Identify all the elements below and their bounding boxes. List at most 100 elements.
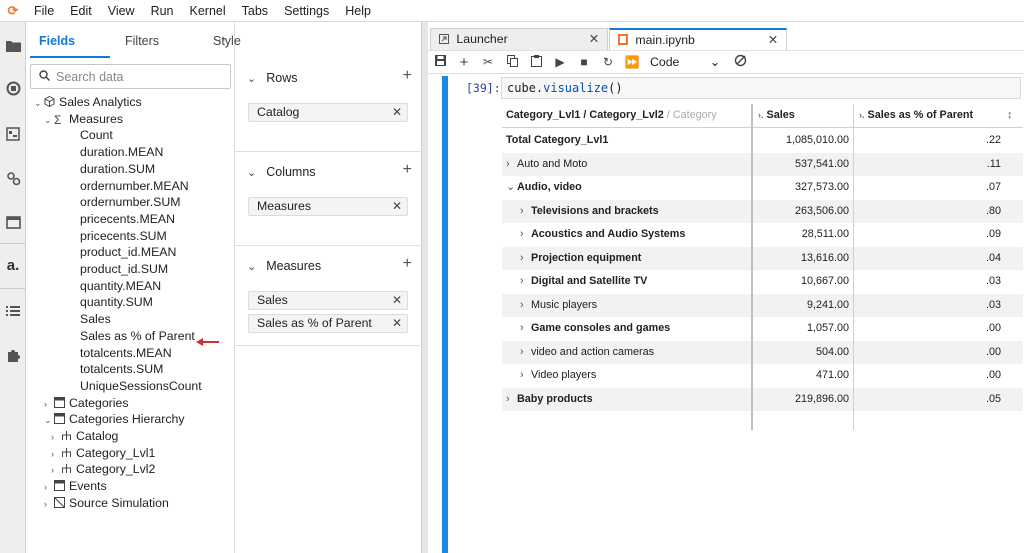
- pct-cell[interactable]: .05: [855, 388, 1001, 411]
- pct-cell[interactable]: .03: [855, 270, 1001, 293]
- sales-cell[interactable]: 9,241.00: [753, 294, 849, 317]
- chevron-right-icon[interactable]: ›: [520, 317, 531, 340]
- run-all-icon[interactable]: ⏩: [620, 55, 644, 69]
- chevron-down-icon[interactable]: ⌄: [34, 95, 44, 111]
- tree-node[interactable]: › Categories: [44, 395, 128, 411]
- table-row[interactable]: › Game consoles and games 1,057.00 .00: [502, 317, 1023, 341]
- close-icon[interactable]: ✕: [392, 292, 402, 309]
- sales-cell[interactable]: 504.00: [753, 341, 849, 364]
- chevron-down-icon[interactable]: ⌄: [247, 261, 256, 273]
- section-header[interactable]: ⌄ Measures: [247, 259, 321, 273]
- menu-item-tabs[interactable]: Tabs: [234, 4, 276, 18]
- chevron-right-icon[interactable]: ›: [44, 479, 54, 495]
- chevron-down-icon[interactable]: ⌄: [247, 73, 256, 85]
- table-row[interactable]: › Televisions and brackets 263,506.00 .80: [502, 199, 1023, 223]
- tab-launcher[interactable]: Launcher ✕: [430, 28, 608, 50]
- tree-leaf[interactable]: ordernumber.SUM: [80, 194, 180, 210]
- close-icon[interactable]: ✕: [392, 104, 402, 121]
- pct-cell[interactable]: .04: [855, 247, 1001, 270]
- pct-cell[interactable]: .07: [855, 176, 1001, 199]
- col-header-pct[interactable]: ›. Sales as % of Parent: [859, 104, 973, 127]
- menu-item-file[interactable]: File: [26, 4, 62, 18]
- tree-leaf[interactable]: quantity.MEAN: [80, 278, 161, 294]
- table-row[interactable]: ⌄ Audio, video 327,573.00 .07: [502, 176, 1023, 200]
- chevron-down-icon[interactable]: ⌄: [44, 412, 54, 428]
- tree-leaf[interactable]: UniqueSessionsCount: [80, 378, 202, 394]
- tree-leaf[interactable]: pricecents.SUM: [80, 228, 167, 244]
- restart-icon[interactable]: ↻: [596, 55, 620, 69]
- chevron-right-icon[interactable]: ›: [44, 396, 54, 412]
- chevron-right-icon[interactable]: ›: [520, 294, 531, 317]
- cell-type-select[interactable]: Code ⌄: [650, 55, 720, 69]
- add-icon[interactable]: +: [403, 161, 412, 179]
- sales-cell[interactable]: 263,506.00: [753, 200, 849, 223]
- tree-leaf[interactable]: duration.MEAN: [80, 144, 163, 160]
- close-icon[interactable]: ✕: [768, 30, 778, 50]
- row-label[interactable]: › Music players: [520, 294, 597, 317]
- chevron-right-icon[interactable]: ›: [520, 247, 531, 270]
- code-cell-input[interactable]: cube.visualize(): [501, 77, 1021, 99]
- tree-node[interactable]: › Catalog: [51, 428, 118, 444]
- sales-cell[interactable]: 28,511.00: [753, 223, 849, 246]
- tree-node[interactable]: › Category_Lvl2: [51, 461, 155, 477]
- tree-node[interactable]: › Events: [44, 478, 107, 494]
- tree-node[interactable]: ⌄ Categories Hierarchy: [44, 411, 185, 427]
- menu-item-kernel[interactable]: Kernel: [182, 4, 234, 18]
- field-chip[interactable]: Measures ✕: [248, 197, 408, 216]
- row-label[interactable]: › Auto and Moto: [506, 153, 587, 176]
- commands-icon[interactable]: [4, 124, 22, 142]
- tree-leaf[interactable]: Sales as % of Parent: [80, 328, 195, 344]
- sales-cell[interactable]: 219,896.00: [753, 388, 849, 411]
- stop-icon[interactable]: ■: [572, 55, 596, 69]
- pct-cell[interactable]: .00: [855, 341, 1001, 364]
- row-header[interactable]: Category_Lvl1 / Category_Lvl2 / Category: [506, 104, 717, 127]
- extensions-icon[interactable]: [4, 346, 22, 364]
- field-chip[interactable]: Sales ✕: [248, 291, 408, 310]
- tree-leaf[interactable]: totalcents.MEAN: [80, 345, 172, 361]
- tab-main-ipynb[interactable]: main.ipynb ✕: [609, 28, 787, 50]
- chevron-right-icon[interactable]: ›: [520, 270, 531, 293]
- table-row[interactable]: › Projection equipment 13,616.00 .04: [502, 246, 1023, 270]
- jupyter-logo-icon[interactable]: ⟳: [0, 3, 26, 19]
- sales-cell[interactable]: 327,573.00: [753, 176, 849, 199]
- row-label[interactable]: › Video players: [520, 364, 596, 387]
- search-input[interactable]: Search data: [30, 64, 231, 89]
- row-label[interactable]: › Game consoles and games: [520, 317, 670, 340]
- tree-leaf[interactable]: Sales: [80, 311, 111, 327]
- toc-icon[interactable]: [4, 302, 22, 320]
- field-chip[interactable]: Catalog ✕: [248, 103, 408, 122]
- pct-cell[interactable]: .09: [855, 223, 1001, 246]
- chevron-right-icon[interactable]: ›: [506, 388, 517, 411]
- menu-item-settings[interactable]: Settings: [276, 4, 337, 18]
- menu-item-view[interactable]: View: [100, 4, 143, 18]
- chevron-right-icon[interactable]: ›: [44, 496, 54, 512]
- pct-cell[interactable]: .00: [855, 317, 1001, 340]
- run-icon[interactable]: ▶: [548, 55, 572, 69]
- table-row[interactable]: › video and action cameras 504.00 .00: [502, 340, 1023, 364]
- chevron-down-icon[interactable]: ⌄: [506, 176, 517, 199]
- sales-cell[interactable]: 10,667.00: [753, 270, 849, 293]
- tree-leaf[interactable]: Count: [80, 127, 113, 143]
- pct-cell[interactable]: .11: [855, 153, 1001, 176]
- row-label[interactable]: Total Category_Lvl1: [506, 129, 608, 152]
- table-row[interactable]: › Music players 9,241.00 .03: [502, 293, 1023, 317]
- section-header[interactable]: ⌄ Rows: [247, 71, 297, 85]
- tree-leaf[interactable]: ordernumber.MEAN: [80, 178, 189, 194]
- pct-cell[interactable]: .03: [855, 294, 1001, 317]
- chevron-right-icon[interactable]: ›: [506, 153, 517, 176]
- chevron-right-icon[interactable]: ›: [520, 200, 531, 223]
- col-header-sales[interactable]: ›. Sales: [758, 104, 795, 127]
- tree-node[interactable]: › Source Simulation: [44, 495, 169, 511]
- tree-leaf[interactable]: quantity.SUM: [80, 294, 153, 310]
- sales-cell[interactable]: 13,616.00: [753, 247, 849, 270]
- sales-cell[interactable]: 1,085,010.00: [753, 129, 849, 152]
- more-options-icon[interactable]: ···: [214, 32, 226, 46]
- menu-item-edit[interactable]: Edit: [62, 4, 100, 18]
- tree-leaf[interactable]: product_id.SUM: [80, 261, 168, 277]
- menu-item-help[interactable]: Help: [337, 4, 379, 18]
- kernel-status-icon[interactable]: [728, 54, 752, 70]
- chevron-right-icon[interactable]: ›: [520, 223, 531, 246]
- table-row[interactable]: › Video players 471.00 .00: [502, 364, 1023, 388]
- save-icon[interactable]: [428, 55, 452, 69]
- sales-cell[interactable]: 537,541.00: [753, 153, 849, 176]
